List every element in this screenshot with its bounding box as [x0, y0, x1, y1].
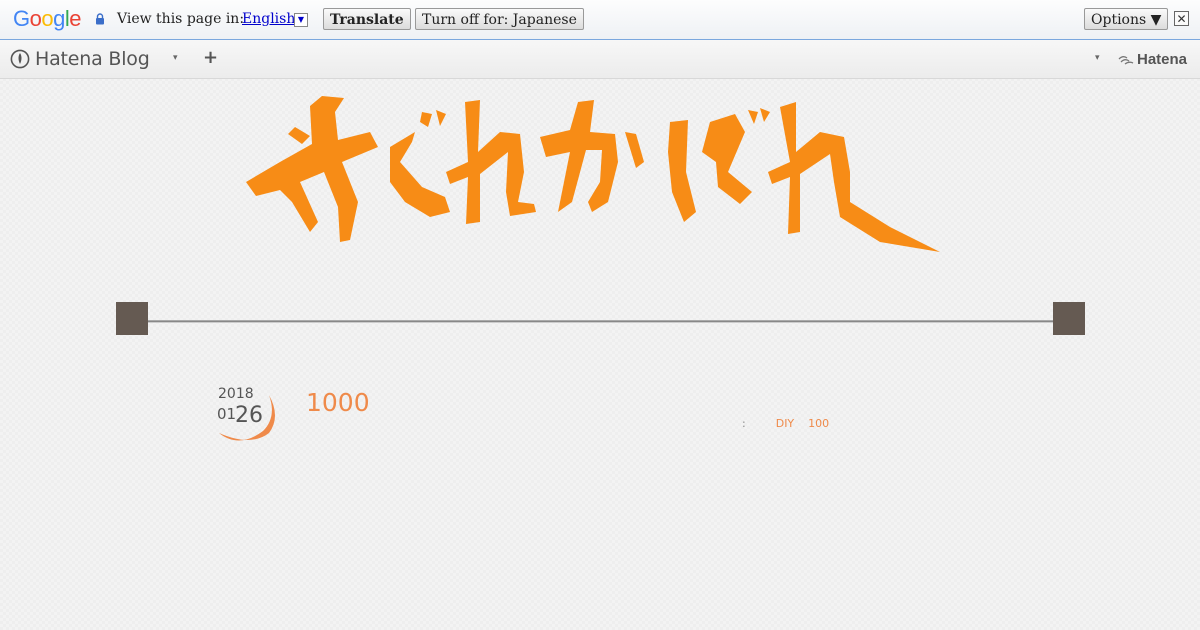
divider-line — [148, 320, 1053, 323]
entry-month: 01 — [217, 405, 237, 423]
google-logo: Google — [13, 6, 82, 31]
hatena-toolbar: Hatena Blog ▾ + ▾ Hatena — [0, 40, 1200, 79]
close-icon[interactable]: ✕ — [1174, 11, 1189, 26]
options-button[interactable]: Options ▼ — [1084, 8, 1169, 30]
divider-left-square — [116, 302, 148, 335]
hatena-link-text: Hatena — [1137, 51, 1188, 68]
blog-title-image[interactable] — [240, 92, 950, 262]
entry-day: 26 — [235, 403, 263, 428]
entry-title-link[interactable]: 1000 — [306, 388, 370, 417]
entry-year: 2018 — [218, 386, 254, 402]
language-link[interactable]: English — [242, 11, 295, 27]
hatena-link[interactable]: Hatena — [1118, 51, 1187, 68]
translate-bar: Google View this page in: English ▼ Tran… — [0, 0, 1200, 40]
divider-right-square — [1053, 302, 1085, 335]
translate-prompt: View this page in: — [117, 11, 245, 27]
translate-button[interactable]: Translate — [323, 8, 411, 30]
language-dropdown-icon[interactable]: ▼ — [294, 13, 308, 27]
entry-date[interactable]: 2018 01 26 — [215, 383, 285, 443]
hatena-blog-logo[interactable]: Hatena Blog — [10, 48, 150, 70]
category-link-diy[interactable]: DIY — [776, 417, 794, 430]
category-separator: : — [742, 417, 746, 430]
hatena-blog-icon — [10, 49, 30, 69]
header-divider — [116, 302, 1085, 335]
category-link-100[interactable]: 100 — [808, 417, 829, 430]
turn-off-button[interactable]: Turn off for: Japanese — [415, 8, 584, 30]
blog-menu-caret-icon[interactable]: ▾ — [173, 53, 178, 63]
lock-icon — [96, 13, 104, 25]
add-entry-button[interactable]: + — [203, 47, 218, 68]
hatena-icon — [1118, 55, 1134, 65]
hatena-blog-logo-text: Hatena Blog — [35, 48, 150, 70]
user-menu-caret-icon[interactable]: ▾ — [1095, 53, 1100, 63]
entry-categories: : DIY 100 — [742, 417, 829, 430]
